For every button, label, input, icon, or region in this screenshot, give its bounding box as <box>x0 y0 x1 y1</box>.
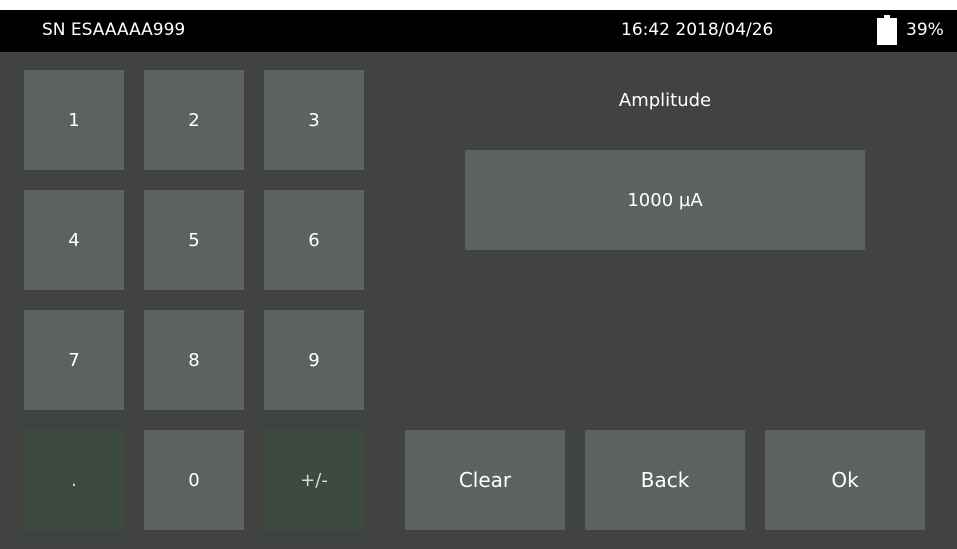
field-label: Amplitude <box>618 90 712 111</box>
amplitude-value-field[interactable]: 1000 µA <box>465 150 865 250</box>
key-6-button[interactable]: 6 <box>264 190 364 290</box>
key-4-button[interactable]: 4 <box>24 190 124 290</box>
screen: SN ESAAAAA999 16:42 2018/04/26 39% 1 2 3… <box>0 10 957 549</box>
ok-button[interactable]: Ok <box>765 430 925 530</box>
battery-icon <box>877 15 897 45</box>
back-button[interactable]: Back <box>585 430 745 530</box>
serial-number: SN ESAAAAA999 <box>42 20 186 40</box>
amplitude-value: 1000 µA <box>627 190 703 211</box>
key-8-button[interactable]: 8 <box>144 310 244 410</box>
date-time: 16:42 2018/04/26 <box>621 20 774 40</box>
key-1-button[interactable]: 1 <box>24 70 124 170</box>
clear-button[interactable]: Clear <box>405 430 565 530</box>
key-decimal-button[interactable]: . <box>24 430 124 530</box>
key-3-button[interactable]: 3 <box>264 70 364 170</box>
key-2-button[interactable]: 2 <box>144 70 244 170</box>
key-7-button[interactable]: 7 <box>24 310 124 410</box>
key-9-button[interactable]: 9 <box>264 310 364 410</box>
battery-percent: 39% <box>906 20 944 40</box>
key-sign-button[interactable]: +/- <box>264 430 364 530</box>
status-bar: SN ESAAAAA999 16:42 2018/04/26 39% <box>0 10 957 52</box>
key-5-button[interactable]: 5 <box>144 190 244 290</box>
key-0-button[interactable]: 0 <box>144 430 244 530</box>
